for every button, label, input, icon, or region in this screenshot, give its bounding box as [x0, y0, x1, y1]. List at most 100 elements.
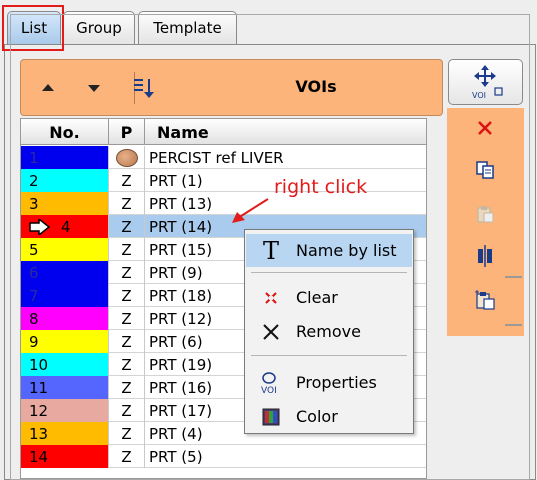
voi-type-cell: Z — [109, 169, 145, 192]
menu-item-name-by-list[interactable]: T Name by list — [246, 234, 412, 267]
voi-type: Z — [121, 309, 132, 328]
voi-number: 4 — [61, 217, 71, 236]
context-menu: T Name by list Clear Remove VOI Properti… — [244, 229, 414, 434]
column-header-p[interactable]: P — [109, 119, 145, 145]
toolbar-divider — [505, 324, 522, 326]
voi-name: PRT (19) — [149, 355, 213, 374]
voi-number-cell: 11 — [21, 376, 109, 399]
voi-type: Z — [121, 286, 132, 305]
table-row[interactable]: 1 PERCIST ref LIVER — [21, 146, 426, 169]
voi-type: Z — [121, 447, 132, 466]
voi-type-cell: Z — [109, 330, 145, 353]
paste-special-button[interactable] — [471, 286, 499, 314]
move-up-icon — [42, 84, 54, 91]
menu-separator — [251, 355, 407, 356]
voi-type-cell: Z — [109, 353, 145, 376]
voi-number-cell: 12 — [21, 399, 109, 422]
toolbar-divider — [505, 276, 522, 278]
voi-type: Z — [121, 355, 132, 374]
voi-type-cell: Z — [109, 376, 145, 399]
voi-name-cell: PERCIST ref LIVER — [145, 146, 426, 169]
copy-icon — [476, 161, 494, 179]
voi-type-cell: Z — [109, 215, 145, 238]
sort-button[interactable] — [124, 74, 164, 102]
voi-number-cell: 5 — [21, 238, 109, 261]
voi-name: PRT (13) — [149, 194, 213, 213]
column-header-name[interactable]: Name — [145, 119, 426, 145]
voi-type: Z — [121, 217, 132, 236]
voi-type-cell: Z — [109, 399, 145, 422]
side-toolbar — [447, 108, 524, 336]
voi-move-icon: VOI — [472, 65, 503, 100]
voi-name: PRT (16) — [149, 378, 213, 397]
clear-button[interactable] — [471, 114, 499, 142]
color-icon — [262, 408, 280, 425]
voi-type: Z — [121, 424, 132, 443]
voi-number: 1 — [29, 148, 39, 167]
clear-icon — [265, 291, 277, 304]
voi-name: PERCIST ref LIVER — [149, 148, 284, 167]
voi-type-cell — [109, 146, 145, 169]
menu-item-remove[interactable]: Remove — [246, 315, 412, 348]
voi-name: PRT (9) — [149, 263, 203, 282]
voi-name: PRT (17) — [149, 401, 213, 420]
voi-name-cell: PRT (5) — [145, 445, 426, 468]
voi-number-cell: 1 — [21, 146, 109, 169]
current-row-arrow-icon — [29, 218, 51, 235]
voi-name: PRT (5) — [149, 447, 203, 466]
voi-number-cell: 8 — [21, 307, 109, 330]
move-up-button[interactable] — [31, 74, 65, 102]
voi-type: Z — [121, 332, 132, 351]
voi-number-cell: 2 — [21, 169, 109, 192]
menu-item-color[interactable]: Color — [246, 400, 412, 433]
menu-item-properties[interactable]: VOI Properties — [246, 366, 412, 399]
voi-number: 14 — [29, 447, 49, 466]
voi-number: 5 — [29, 240, 39, 259]
svg-text:VOI: VOI — [261, 386, 277, 395]
move-down-button[interactable] — [77, 74, 111, 102]
paste-button[interactable] — [471, 200, 499, 228]
voi-type: Z — [121, 171, 132, 190]
voi-name: PRT (12) — [149, 309, 213, 328]
voi-number: 9 — [29, 332, 39, 351]
voi-number: 2 — [29, 171, 39, 190]
voi-type-cell: Z — [109, 261, 145, 284]
voi-name: PRT (6) — [149, 332, 203, 351]
voi-number-cell: 6 — [21, 261, 109, 284]
voi-number-cell: 9 — [21, 330, 109, 353]
split-button[interactable] — [471, 242, 499, 270]
voi-number-cell: 7 — [21, 284, 109, 307]
liver-reference-icon — [115, 148, 138, 167]
remove-x-icon — [263, 323, 279, 340]
voi-number: 11 — [29, 378, 49, 397]
annotation-arrow-icon — [232, 198, 269, 223]
menu-item-clear[interactable]: Clear — [246, 281, 412, 314]
voi-type: Z — [121, 263, 132, 282]
column-header-no[interactable]: No. — [21, 119, 109, 145]
voi-move-button[interactable]: VOI — [448, 59, 523, 105]
paste-icon — [477, 206, 494, 223]
move-down-icon — [88, 85, 100, 92]
voi-type: Z — [121, 240, 132, 259]
voi-properties-icon: VOI — [261, 371, 277, 395]
table-row[interactable]: 14 Z PRT (5) — [21, 445, 426, 468]
voi-type: Z — [121, 194, 132, 213]
text-t-icon: T — [262, 236, 279, 265]
menu-separator — [251, 272, 407, 273]
voi-number: 7 — [29, 286, 39, 305]
voi-type-cell: Z — [109, 445, 145, 468]
voi-number: 8 — [29, 309, 39, 328]
sort-icon — [134, 79, 154, 98]
voi-number: 13 — [29, 424, 49, 443]
voi-number: 10 — [29, 355, 49, 374]
split-icon — [478, 245, 492, 267]
voi-number: 12 — [29, 401, 49, 420]
clear-icon — [478, 121, 492, 135]
table-header: No. P Name — [21, 119, 426, 145]
voi-type-cell: Z — [109, 284, 145, 307]
copy-button[interactable] — [471, 156, 499, 184]
voi-type-cell: Z — [109, 307, 145, 330]
voi-type: Z — [121, 378, 132, 397]
voi-number: 3 — [29, 194, 39, 213]
voi-type-cell: Z — [109, 422, 145, 445]
